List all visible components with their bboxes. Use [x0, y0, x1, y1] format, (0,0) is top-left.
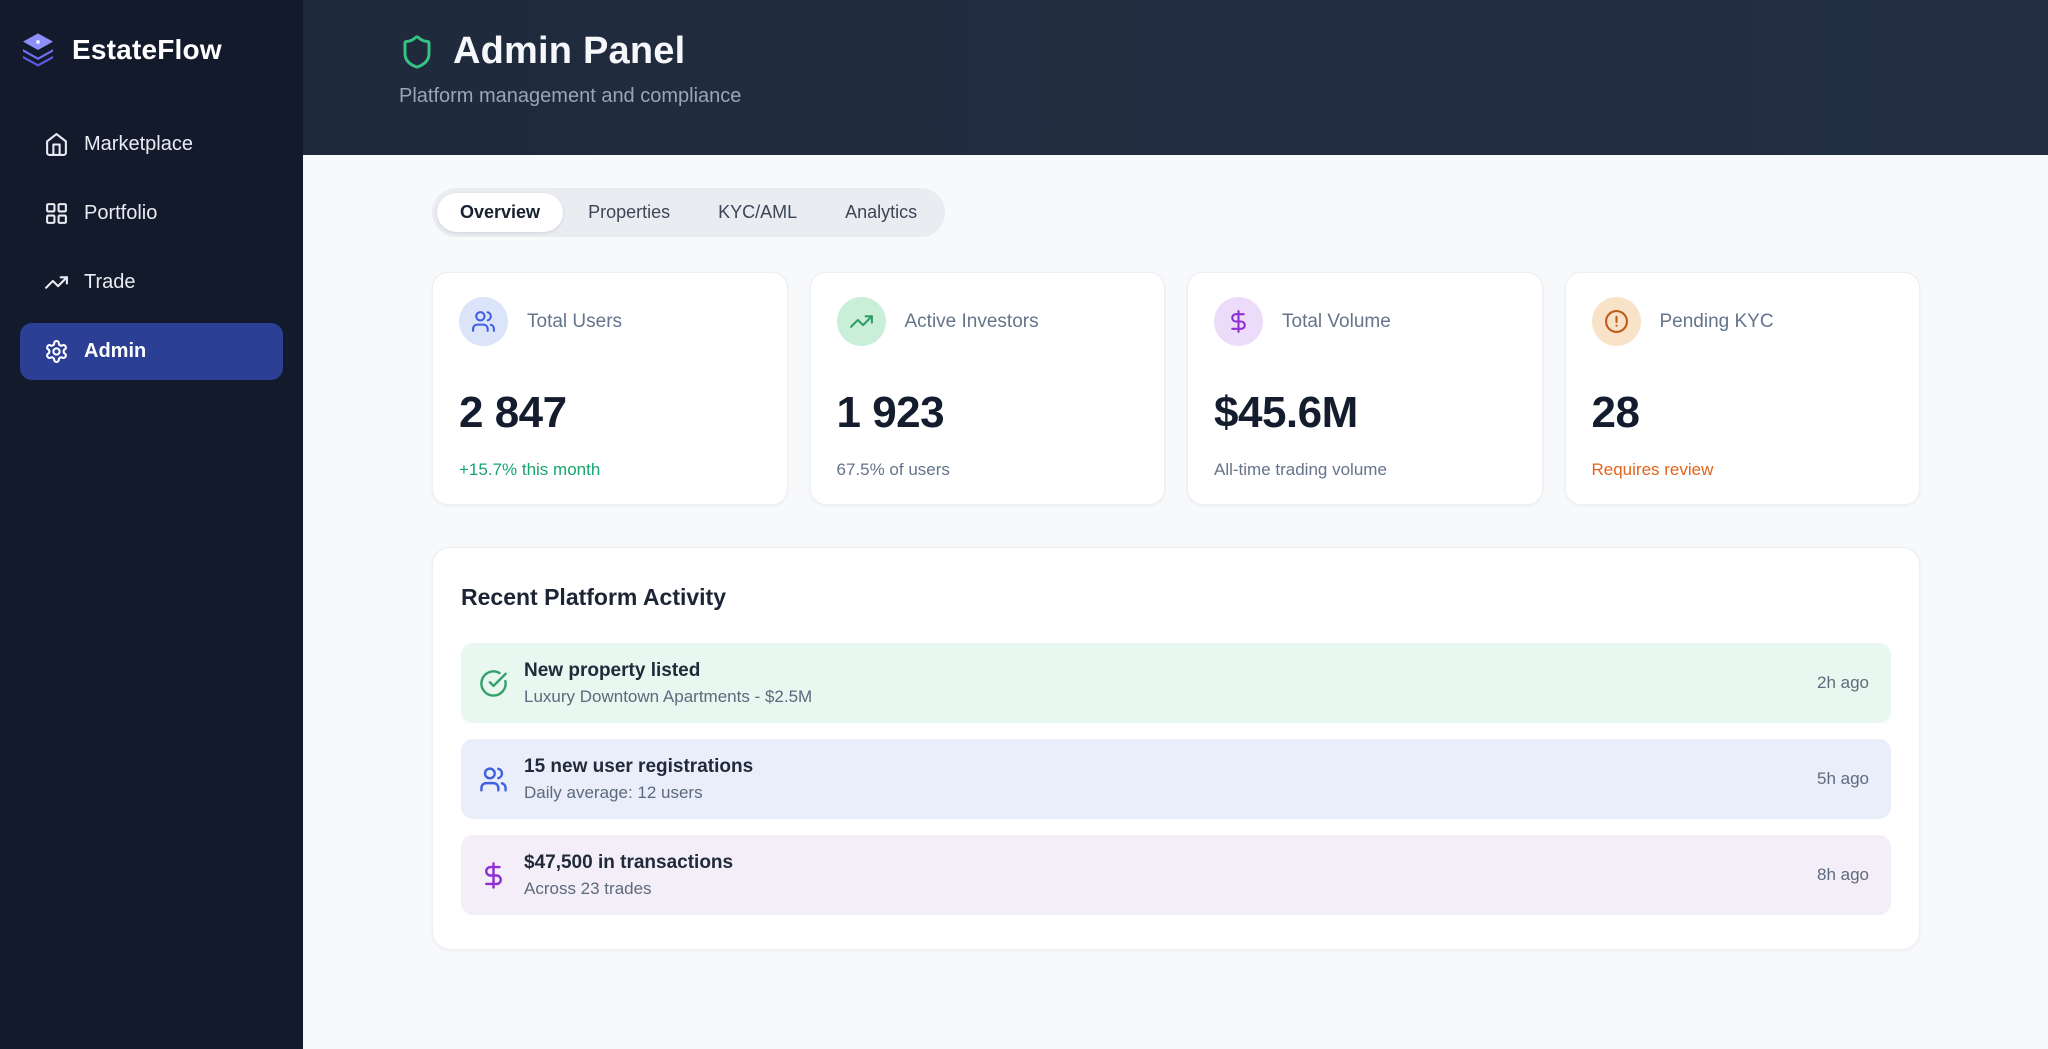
brand-logo: EstateFlow — [0, 0, 303, 70]
stat-label: Total Users — [527, 310, 623, 332]
list-item[interactable]: New property listed Luxury Downtown Apar… — [461, 643, 1891, 723]
stat-value: $45.6M — [1214, 388, 1358, 437]
dollar-icon — [1214, 297, 1263, 346]
activity-item-title: $47,500 in transactions — [524, 851, 734, 873]
page-header: Admin Panel Platform management and comp… — [303, 0, 2048, 155]
sidebar-nav: Marketplace Portfolio Trade Admin — [0, 116, 303, 380]
stats-row: Total Users 2 847 +15.7% this month Acti… — [432, 272, 1920, 505]
sidebar: EstateFlow Marketplace Portfolio Trade A… — [0, 0, 303, 1049]
users-icon — [459, 297, 508, 346]
page-title: Admin Panel — [453, 30, 686, 72]
layers-logo-icon — [18, 30, 58, 70]
dollar-icon — [479, 861, 508, 890]
sidebar-item-trade[interactable]: Trade — [20, 254, 283, 311]
trending-up-icon — [44, 270, 69, 295]
stat-note: All-time trading volume — [1214, 460, 1387, 479]
grid-icon — [44, 201, 69, 226]
tab-analytics[interactable]: Analytics — [822, 193, 940, 232]
stat-label: Pending KYC — [1659, 310, 1774, 332]
admin-dashboard: EstateFlow Marketplace Portfolio Trade A… — [0, 0, 2048, 1049]
activity-list: New property listed Luxury Downtown Apar… — [461, 643, 1891, 915]
tab-bar: Overview Properties KYC/AML Analytics — [432, 188, 946, 237]
page-subtitle: Platform management and compliance — [399, 85, 742, 107]
alert-circle-icon — [1591, 297, 1641, 346]
trending-up-icon — [836, 297, 886, 346]
sidebar-item-label: Admin — [84, 340, 147, 362]
stat-card-total-volume: Total Volume $45.6M All-time trading vol… — [1187, 272, 1543, 505]
sidebar-item-label: Portfolio — [84, 202, 158, 224]
stat-note: Requires review — [1591, 460, 1714, 479]
list-item[interactable]: 15 new user registrations Daily average:… — [461, 739, 1891, 819]
activity-item-subtitle: Across 23 trades — [524, 878, 652, 898]
check-circle-icon — [479, 669, 508, 698]
activity-item-time: 2h ago — [1817, 673, 1869, 692]
activity-item-time: 5h ago — [1817, 769, 1869, 788]
stat-label: Total Volume — [1282, 310, 1391, 332]
sidebar-item-label: Marketplace — [84, 133, 193, 155]
stat-note: 67.5% of users — [836, 460, 950, 479]
home-icon — [44, 132, 69, 157]
tab-overview[interactable]: Overview — [437, 193, 564, 232]
users-icon — [479, 765, 508, 794]
activity-item-subtitle: Daily average: 12 users — [524, 782, 703, 802]
stat-card-total-users: Total Users 2 847 +15.7% this month — [432, 272, 788, 505]
stat-card-pending-kyc: Pending KYC 28 Requires review — [1564, 272, 1920, 505]
recent-activity-card: Recent Platform Activity New property li… — [432, 547, 1920, 950]
sidebar-item-label: Trade — [84, 271, 136, 293]
stat-label: Active Investors — [904, 310, 1039, 332]
activity-item-title: New property listed — [524, 659, 701, 681]
activity-item-title: 15 new user registrations — [524, 755, 754, 777]
stat-note: +15.7% this month — [459, 460, 601, 479]
gear-icon — [44, 339, 69, 364]
activity-item-subtitle: Luxury Downtown Apartments - $2.5M — [524, 686, 813, 706]
sidebar-item-portfolio[interactable]: Portfolio — [20, 185, 283, 242]
list-item[interactable]: $47,500 in transactions Across 23 trades… — [461, 835, 1891, 915]
main-content: Overview Properties KYC/AML Analytics To… — [432, 188, 1920, 950]
stat-value: 1 923 — [836, 388, 945, 437]
shield-icon — [399, 32, 435, 72]
tab-properties[interactable]: Properties — [565, 193, 693, 232]
brand-name: EstateFlow — [72, 34, 222, 65]
sidebar-item-marketplace[interactable]: Marketplace — [20, 116, 283, 173]
stat-value: 2 847 — [459, 388, 567, 437]
stat-value: 28 — [1591, 388, 1640, 437]
stat-card-active-investors: Active Investors 1 923 67.5% of users — [809, 272, 1165, 505]
tab-kyc-aml[interactable]: KYC/AML — [695, 193, 820, 232]
sidebar-item-admin[interactable]: Admin — [20, 323, 283, 380]
activity-title: Recent Platform Activity — [461, 584, 726, 610]
activity-item-time: 8h ago — [1817, 865, 1869, 884]
